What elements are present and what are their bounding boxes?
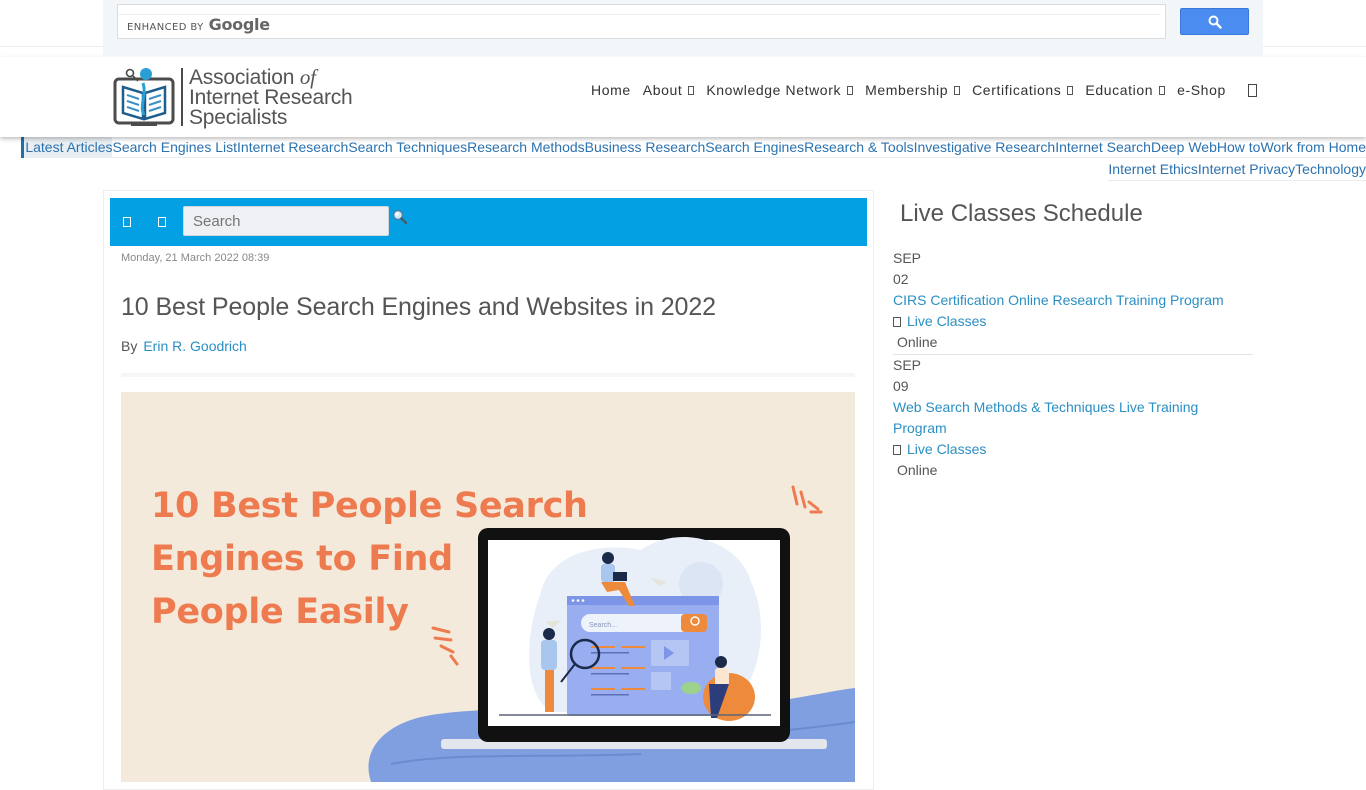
google-search-input[interactable]: ENHANCED BY Google (117, 4, 1166, 39)
category-link-internet-ethics[interactable]: Internet Ethics (1108, 159, 1198, 180)
menu-icon[interactable] (1247, 83, 1257, 97)
google-logo: Google (208, 15, 270, 34)
folder-icon (893, 445, 901, 455)
category-link-business-research[interactable]: Business Research (585, 137, 706, 158)
category-link-search-engines[interactable]: Search Engines (705, 137, 804, 158)
live-classes-sidebar: Live Classes Schedule SEP 02 CIRS Certif… (893, 200, 1253, 482)
article-panel: Monday, 21 March 2022 08:39 10 Best Peop… (103, 190, 874, 790)
category-link-search-engines-list[interactable]: Search Engines List (112, 137, 237, 158)
category-row-2: Internet Ethics Internet Privacy Technolog… (1108, 158, 1366, 181)
event-day: 02 (893, 271, 909, 287)
event-title-link[interactable]: CIRS Certification Online Research Train… (893, 292, 1224, 308)
category-link-internet-search[interactable]: Internet Search (1055, 137, 1151, 158)
category-link-internet-privacy[interactable]: Internet Privacy (1198, 159, 1295, 180)
category-link-technology[interactable]: Technology (1295, 159, 1366, 180)
nav-membership[interactable]: Membership (865, 82, 961, 98)
google-search-bar: ENHANCED BY Google (103, 0, 1263, 56)
category-link-investigative-research[interactable]: Investigative Research (914, 137, 1056, 158)
nav-knowledge-network[interactable]: Knowledge Network (706, 82, 854, 98)
site-header: Association of Internet Research Special… (0, 57, 1366, 137)
event-item: SEP 02 CIRS Certification Online Researc… (893, 248, 1253, 355)
category-link-work-from-home[interactable]: Work from Home (1260, 137, 1366, 158)
event-location: Online (897, 334, 938, 350)
google-branding: ENHANCED BY Google (127, 15, 270, 34)
category-link-research-and-tools[interactable]: Research & Tools (804, 137, 913, 158)
search-go-icon[interactable] (392, 209, 408, 225)
category-link-research-methods[interactable]: Research Methods (467, 137, 585, 158)
article-title: 10 Best People Search Engines and Websit… (121, 293, 716, 321)
nav-eshop[interactable]: e-Shop (1177, 82, 1226, 98)
event-day: 09 (893, 378, 909, 394)
event-item: SEP 09 Web Search Methods & Techniques L… (893, 355, 1253, 482)
logo-wordmark: Association of Internet Research Special… (189, 64, 353, 129)
google-search-button[interactable] (1180, 8, 1249, 35)
author-link[interactable]: Erin R. Goodrich (143, 338, 246, 354)
sidebar-title: Live Classes Schedule (900, 200, 1143, 227)
event-month: SEP (893, 357, 922, 373)
category-link-latest-articles[interactable]: Latest Articles (21, 136, 113, 158)
event-title-link[interactable]: Web Search Methods & Techniques Live Tra… (893, 399, 1198, 436)
event-month: SEP (893, 250, 922, 266)
event-category-link[interactable]: Live Classes (907, 313, 986, 329)
main-navigation: Home About Knowledge Network Membership … (591, 82, 1257, 98)
dropdown-icon (1159, 85, 1166, 95)
category-link-how-to[interactable]: How to (1217, 137, 1261, 158)
enhanced-by-label: ENHANCED BY (127, 22, 204, 33)
nav-education[interactable]: Education (1085, 82, 1166, 98)
category-link-search-techniques[interactable]: Search Techniques (348, 137, 467, 158)
event-location: Online (897, 462, 938, 478)
laptop-search-illustration: Search... (368, 485, 855, 782)
article-byline: By Erin R. Goodrich (121, 338, 247, 354)
nav-certifications[interactable]: Certifications (972, 82, 1074, 98)
article-hero-image: 10 Best People Search Engines to Find Pe… (121, 392, 855, 782)
dropdown-icon (688, 85, 695, 95)
home-icon[interactable] (123, 217, 131, 227)
nav-about[interactable]: About (643, 82, 695, 98)
dropdown-icon (847, 85, 854, 95)
article-divider (121, 373, 855, 377)
nav-home[interactable]: Home (591, 82, 631, 98)
menu-toggle-icon[interactable] (158, 217, 166, 227)
folder-icon (893, 317, 901, 327)
site-logo[interactable]: Association of Internet Research Special… (113, 65, 358, 129)
search-icon (1208, 15, 1222, 29)
event-category-link[interactable]: Live Classes (907, 441, 986, 457)
category-link-deep-web[interactable]: Deep Web (1151, 137, 1217, 158)
article-date: Monday, 21 March 2022 08:39 (121, 252, 270, 264)
book-monitor-logo-icon (113, 65, 177, 129)
article-toolbar (110, 198, 867, 246)
category-row-1: Latest Articles Search Engines List Intern… (21, 136, 1366, 158)
category-link-internet-research[interactable]: Internet Research (237, 137, 348, 158)
illustration-search-text: Search... (589, 622, 617, 629)
dropdown-icon (1067, 85, 1074, 95)
dropdown-icon (954, 85, 961, 95)
article-search-input[interactable] (183, 206, 389, 236)
